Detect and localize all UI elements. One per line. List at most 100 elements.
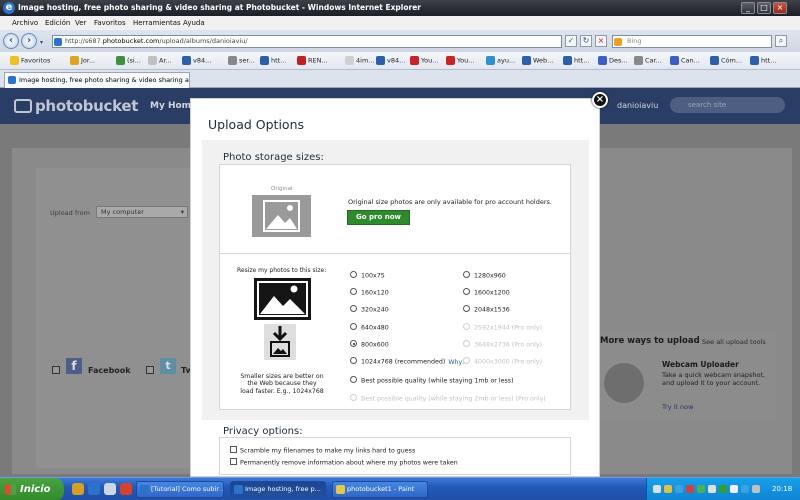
page-favicon-icon xyxy=(54,38,62,46)
menu-herramientas[interactable]: Herramientas xyxy=(133,19,181,27)
favorite-link[interactable]: Ar... xyxy=(148,56,172,65)
facebook-icon: f xyxy=(66,358,82,374)
twitter-checkbox[interactable] xyxy=(146,366,154,374)
star-icon xyxy=(10,56,19,65)
search-icon[interactable]: ⌕ xyxy=(775,35,787,47)
quicklaunch-app-icon[interactable] xyxy=(120,483,132,495)
tray-icon[interactable] xyxy=(730,485,738,493)
menu-ayuda[interactable]: Ayuda xyxy=(183,19,205,27)
tray-icon[interactable] xyxy=(697,485,705,493)
quicklaunch-ie-icon[interactable] xyxy=(88,483,100,495)
maximize-button[interactable]: □ xyxy=(757,2,771,14)
favorite-favicon-icon xyxy=(670,56,679,65)
tray-icon[interactable] xyxy=(752,485,760,493)
minimize-button[interactable]: _ xyxy=(741,2,755,14)
size-radio[interactable]: 1600x1200 xyxy=(463,288,510,297)
favorite-link[interactable]: htt... xyxy=(750,56,776,65)
favorite-link[interactable]: Web... xyxy=(522,56,553,65)
favorite-link[interactable]: You... xyxy=(410,56,438,65)
search-input[interactable]: Bing xyxy=(612,35,772,48)
close-window-button[interactable]: × xyxy=(773,2,787,14)
quicklaunch-folder-icon[interactable] xyxy=(72,483,84,495)
compat-view-button[interactable]: ✓ xyxy=(565,35,577,47)
forward-button[interactable]: › xyxy=(21,33,37,49)
favorite-link[interactable]: htt... xyxy=(260,56,286,65)
favorite-link[interactable]: Car... xyxy=(634,56,662,65)
size-radio[interactable]: 160x120 xyxy=(350,288,389,297)
favorite-link[interactable]: REN... xyxy=(297,56,328,65)
photobucket-logo[interactable]: photobucket xyxy=(14,97,138,115)
address-input[interactable]: http://s687.photobucket.com/upload/album… xyxy=(52,35,562,48)
favorite-link[interactable]: Des... xyxy=(598,56,628,65)
favorite-link[interactable]: v84... xyxy=(182,56,211,65)
size-radio[interactable]: 800x600 xyxy=(350,340,389,349)
tray-icon[interactable] xyxy=(708,485,716,493)
favorite-favicon-icon xyxy=(182,56,191,65)
favorite-favicon-icon xyxy=(297,56,306,65)
chevron-down-icon: ▾ xyxy=(180,208,184,216)
stop-button[interactable]: × xyxy=(595,35,607,47)
menu-ver[interactable]: Ver xyxy=(75,19,86,27)
history-dropdown-icon[interactable]: ▾ xyxy=(40,39,43,46)
start-button[interactable]: Inicio xyxy=(0,478,64,500)
menu-favoritos[interactable]: Favoritos xyxy=(94,19,126,27)
task-photobucket-ie[interactable]: Image hosting, free p... xyxy=(230,481,326,498)
favorite-favicon-icon xyxy=(563,56,572,65)
tray-icon[interactable] xyxy=(719,485,727,493)
see-all-upload-tools-link[interactable]: See all upload tools xyxy=(702,338,766,346)
window-title: Image hosting, free photo sharing & vide… xyxy=(18,3,422,12)
favorite-link[interactable]: Cóm... xyxy=(710,56,742,65)
go-pro-button[interactable]: Go pro now xyxy=(347,210,410,225)
webcam-uploader-title: Webcam Uploader xyxy=(662,360,739,369)
favorite-link[interactable]: v84... xyxy=(376,56,405,65)
size-radio[interactable]: 2592x1944 (Pro only) xyxy=(463,323,542,332)
try-it-now-link[interactable]: Try it now xyxy=(662,403,693,411)
menu-archivo[interactable]: Archivo xyxy=(12,19,38,27)
refresh-button[interactable]: ↻ xyxy=(580,35,592,47)
tray-icon[interactable] xyxy=(653,485,661,493)
favorite-link[interactable]: 4im... xyxy=(345,56,374,65)
browser-tab[interactable]: Image hosting, free photo sharing & vide… xyxy=(4,72,190,88)
task-paint[interactable]: photobucket1 - Paint xyxy=(332,481,428,498)
menu-edicion[interactable]: Edición xyxy=(45,19,70,27)
size-radio[interactable]: 1024x768 (recommended) Why? xyxy=(350,357,466,366)
tray-icon[interactable] xyxy=(741,485,749,493)
site-search-input[interactable]: search site xyxy=(670,97,785,113)
favorite-link[interactable]: Jor... xyxy=(70,56,95,65)
taskbar: Inicio [Tutorial] Como subir ... Image h… xyxy=(0,477,800,500)
size-radio[interactable]: 4000x3000 (Pro only) xyxy=(463,357,542,366)
favorite-link[interactable]: You... xyxy=(446,56,474,65)
url-path: /upload/albums/danioiaviu/ xyxy=(159,37,248,45)
size-radio[interactable]: 640x480 xyxy=(350,323,389,332)
task-tutorial[interactable]: [Tutorial] Como subir ... xyxy=(136,481,224,498)
close-dialog-button[interactable]: × xyxy=(592,92,608,108)
upload-from-label: Upload from xyxy=(50,209,90,217)
tray-icon[interactable] xyxy=(686,485,694,493)
tray-icon[interactable] xyxy=(675,485,683,493)
favorite-link[interactable]: ayu... xyxy=(486,56,515,65)
favorite-favicon-icon xyxy=(446,56,455,65)
favorite-link[interactable]: (si... xyxy=(116,56,141,65)
address-toolbar: ‹ › ▾ http://s687.photobucket.com/upload… xyxy=(0,30,800,52)
size-radio[interactable]: 2048x1536 xyxy=(463,305,510,314)
tray-icon[interactable] xyxy=(664,485,672,493)
quicklaunch-desktop-icon[interactable] xyxy=(104,483,116,495)
favorite-favicon-icon xyxy=(710,56,719,65)
size-radio[interactable]: 320x240 xyxy=(350,305,389,314)
favorite-link[interactable]: htt... xyxy=(563,56,589,65)
size-radio[interactable]: 100x75 xyxy=(350,271,385,280)
favorites-button[interactable]: Favoritos xyxy=(10,56,50,65)
size-radio[interactable]: 3648x2736 (Pro only) xyxy=(463,340,542,349)
webcam-uploader-description: Take a quick webcam snapshot, and upload… xyxy=(662,371,766,387)
windows-flag-icon xyxy=(5,484,16,495)
username-menu[interactable]: danioiaviu xyxy=(617,101,658,110)
size-radio[interactable]: 1280x960 xyxy=(463,271,506,280)
url-prefix: http://s687. xyxy=(65,37,103,45)
favorite-link[interactable]: ser... xyxy=(228,56,255,65)
favorite-link[interactable]: Can... xyxy=(670,56,700,65)
upload-from-select[interactable]: My computer ▾ xyxy=(96,206,188,218)
facebook-checkbox[interactable] xyxy=(52,366,60,374)
url-domain: photobucket.com xyxy=(102,37,160,45)
favorite-favicon-icon xyxy=(70,56,79,65)
back-button[interactable]: ‹ xyxy=(3,33,19,49)
